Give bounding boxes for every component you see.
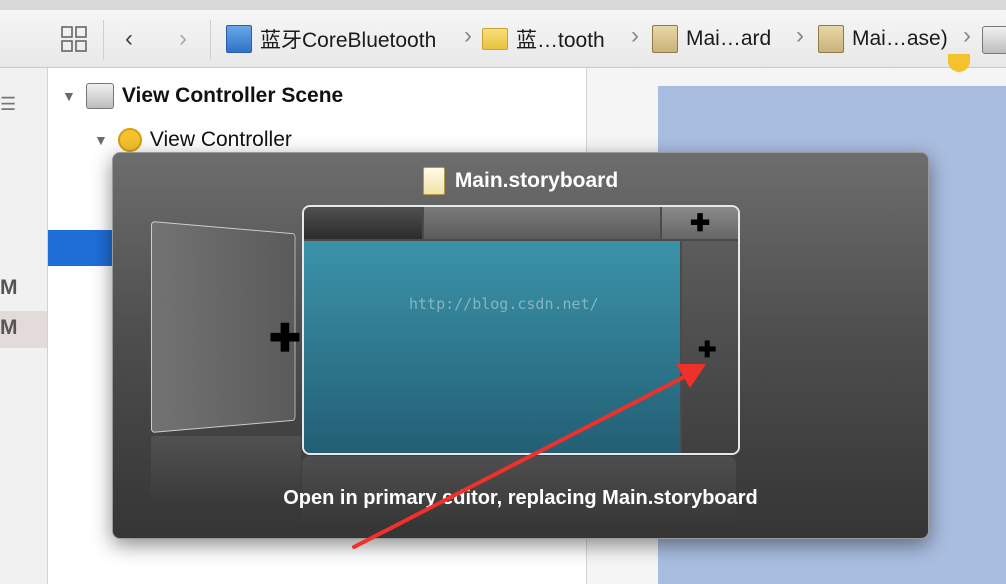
chevron-right-icon: › xyxy=(464,22,472,49)
editor-layout-preview[interactable]: ✚ ✚ http://blog.csdn.net/ xyxy=(302,205,740,455)
assistant-plus-icon: ✚ xyxy=(698,337,717,362)
view-controller-label: View Controller xyxy=(149,128,292,151)
scene-label: View Controller Scene xyxy=(121,84,344,107)
storyboard-icon xyxy=(652,25,678,53)
view-controller-icon xyxy=(117,128,142,152)
open-in-editor-popup: Main.storyboard ✚ ✚ ✚ http://blog.csdn.n… xyxy=(112,152,929,539)
separator xyxy=(103,20,104,60)
popup-title-label: Main.storyboard xyxy=(454,169,619,192)
project-icon xyxy=(226,25,252,53)
chevron-right-icon: › xyxy=(796,22,804,49)
disclosure-triangle-icon[interactable]: ▼ xyxy=(62,88,76,104)
breadcrumb-storyboard[interactable]: Mai…ard xyxy=(652,22,771,56)
chevron-right-icon: › xyxy=(963,22,971,49)
storyboard-icon xyxy=(422,167,445,195)
new-tab-plus-icon[interactable]: ✚ xyxy=(662,207,738,239)
breadcrumb-label: 蓝牙CoreBluetooth xyxy=(260,29,437,52)
popup-title: Main.storyboard xyxy=(113,167,928,195)
chevron-right-icon: › xyxy=(631,22,639,49)
disclosure-triangle-icon[interactable]: ▼ xyxy=(94,132,108,148)
file-marker[interactable]: M xyxy=(0,316,18,340)
plus-icon: ✚ xyxy=(269,318,301,360)
outline-row-scene[interactable]: ▼ View Controller Scene xyxy=(62,78,343,114)
file-marker[interactable]: M xyxy=(0,276,18,300)
selected-row[interactable] xyxy=(48,230,118,266)
primary-editor-pane[interactable] xyxy=(304,241,680,453)
storyboard-icon xyxy=(818,25,844,53)
forward-arrow-icon[interactable]: › xyxy=(170,24,196,54)
navigator-strip: ☰ M M xyxy=(0,68,48,584)
breadcrumb-label: 蓝…tooth xyxy=(516,29,605,52)
breadcrumb-project[interactable]: 蓝牙CoreBluetooth xyxy=(226,22,436,56)
folder-icon xyxy=(482,28,508,50)
tab-preview-active[interactable] xyxy=(304,207,422,239)
breadcrumb-folder[interactable]: 蓝…tooth xyxy=(482,22,605,56)
tab-preview[interactable] xyxy=(424,207,660,239)
scene-icon xyxy=(85,83,114,109)
back-arrow-icon[interactable]: ‹ xyxy=(116,24,142,54)
popup-caption: Open in primary editor, replacing Main.s… xyxy=(283,487,758,509)
watermark: http://blog.csdn.net/ xyxy=(409,295,599,313)
breadcrumb-label: Mai…ase) xyxy=(852,27,948,50)
breadcrumb-label: Mai…ard xyxy=(686,27,772,50)
separator xyxy=(210,20,211,60)
scene-icon[interactable] xyxy=(982,26,1006,54)
related-items-grid-icon[interactable] xyxy=(58,24,90,54)
list-icon[interactable]: ☰ xyxy=(0,94,16,115)
breadcrumb-storyboard-base[interactable]: Mai…ase) xyxy=(818,22,948,56)
jump-bar: ‹ › 蓝牙CoreBluetooth › 蓝…tooth › Mai…ard … xyxy=(0,0,1006,68)
